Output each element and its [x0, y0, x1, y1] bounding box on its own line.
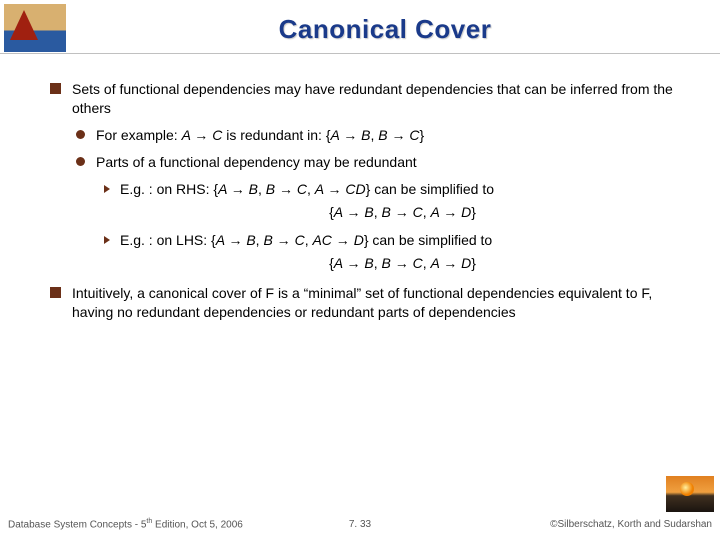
b2a-fd1: A → B: [331, 127, 371, 143]
footer-left-b: Edition, Oct 5, 2006: [152, 519, 243, 530]
b3b-rs2: ,: [423, 255, 431, 271]
b3b-pre: E.g. : on LHS: {: [120, 232, 216, 248]
b2a-expr: A → C: [182, 127, 223, 143]
bullet-1-text: Sets of functional dependencies may have…: [72, 81, 673, 116]
bullet-1b-text: Intuitively, a canonical cover of F is a…: [72, 285, 652, 320]
bullet-2-example: For example: A → C is redundant in: {A →…: [74, 126, 685, 145]
b3a-s1: ,: [258, 181, 266, 197]
b3b-fd1: A → B: [216, 232, 256, 248]
b3a-r3: A → D: [431, 204, 472, 220]
bullet-1: Sets of functional dependencies may have…: [50, 80, 685, 118]
b3a-fd2: B → C: [266, 181, 307, 197]
b3a-r1: A → B: [334, 204, 374, 220]
b3a-r2: B → C: [381, 204, 422, 220]
logo-top-left: [4, 4, 66, 52]
slide-content: Sets of functional dependencies may have…: [50, 80, 685, 328]
b2a-post: }: [419, 127, 424, 143]
bullet-1b: Intuitively, a canonical cover of F is a…: [50, 284, 685, 322]
b3b-result: {A → B, B → C, A → D}: [120, 254, 685, 274]
b3b-fd2: B → C: [263, 232, 304, 248]
slide-title: Canonical Cover: [70, 14, 700, 45]
footer-left: Database System Concepts - 5th Edition, …: [8, 518, 243, 530]
b3a-pre: E.g. : on RHS: {: [120, 181, 218, 197]
b3a-s2: ,: [307, 181, 315, 197]
b2a-fd2: B → C: [378, 127, 419, 143]
b3b-r3: A → D: [431, 255, 472, 271]
footer-right: ©Silberschatz, Korth and Sudarshan: [550, 519, 712, 530]
b2a-mid: is redundant in: {: [222, 127, 330, 143]
b3b-r1: A → B: [334, 255, 374, 271]
b3a-fd1: A → B: [218, 181, 258, 197]
b3b-post: } can be simplified to: [364, 232, 492, 248]
bullet-3-rhs: E.g. : on RHS: {A → B, B → C, A → CD} ca…: [102, 180, 685, 223]
footer-mid: 7. 33: [349, 519, 371, 530]
b3a-result: {A → B, B → C, A → D}: [120, 203, 685, 223]
b3b-fd3: AC → D: [312, 232, 363, 248]
b2a-pre: For example:: [96, 127, 182, 143]
b2b-text: Parts of a functional dependency may be …: [96, 154, 417, 170]
b3b-r2: B → C: [381, 255, 422, 271]
slide: Canonical Cover Sets of functional depen…: [0, 0, 720, 540]
bullet-2-parts: Parts of a functional dependency may be …: [74, 153, 685, 172]
logo-bottom-right: [666, 476, 714, 512]
bullet-3-lhs: E.g. : on LHS: {A → B, B → C, AC → D} ca…: [102, 231, 685, 274]
header-divider: [0, 53, 720, 54]
b3b-res-close: }: [471, 255, 476, 271]
footer-left-a: Database System Concepts - 5: [8, 519, 146, 530]
b3a-post: } can be simplified to: [366, 181, 494, 197]
b3a-res-close: }: [471, 204, 476, 220]
b3a-rs2: ,: [423, 204, 431, 220]
b3a-fd3: A → CD: [315, 181, 366, 197]
